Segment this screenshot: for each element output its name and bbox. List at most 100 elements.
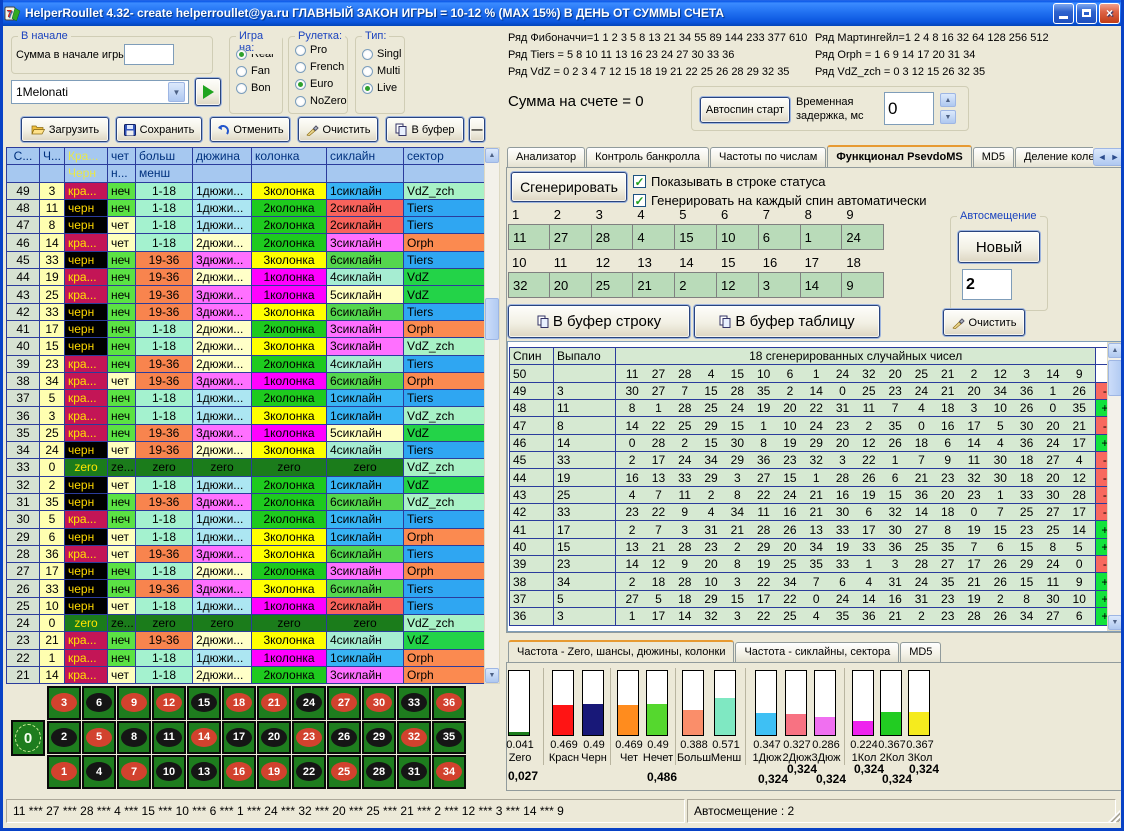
clear-button[interactable]: Очистить — [298, 117, 378, 142]
scroll-down-icon[interactable]: ▼ — [485, 668, 499, 683]
tab-3[interactable]: Частоты по числам — [710, 147, 826, 167]
tab-5[interactable]: MD5 — [973, 147, 1014, 167]
start-sum-input[interactable] — [124, 44, 174, 65]
checkbox-checked-icon[interactable]: ✓ — [633, 175, 646, 188]
generate-button[interactable]: Сгенерировать — [511, 172, 627, 202]
table-row[interactable]: 2836кра...чет19-363дюжи...3колонка6сикла… — [7, 545, 485, 562]
scroll-up-icon[interactable]: ▲ — [485, 148, 499, 163]
board-cell-23[interactable]: 23 — [292, 721, 326, 755]
table-row[interactable]: 2717черннеч1-182дюжи...2колонка3сиклайнO… — [7, 563, 485, 580]
table-row[interactable]: 2321кра...неч19-362дюжи...3колонка4сикла… — [7, 632, 485, 649]
undo-button[interactable]: Отменить — [210, 117, 290, 142]
copy-table-button[interactable]: В буфер таблицу — [694, 305, 880, 338]
scroll-down-icon[interactable]: ▼ — [1108, 615, 1122, 630]
table-row[interactable]: 4419кра...неч19-362дюжи...1колонка4сикла… — [7, 269, 485, 286]
preset-combobox[interactable]: 1Melonati ▼ — [11, 80, 189, 104]
freq-tab-3[interactable]: MD5 — [900, 642, 941, 662]
game-on-option-bon[interactable]: Bon — [236, 81, 282, 95]
board-cell-12[interactable]: 12 — [152, 686, 186, 720]
table-row[interactable]: 47814222529151102423235016175302021- — [510, 417, 1114, 434]
radio-icon[interactable] — [236, 83, 247, 94]
table-row[interactable]: 4233черннеч19-363дюжи...3колонка6сиклайн… — [7, 303, 485, 320]
tab-scroll-buttons[interactable]: ◄► — [1093, 148, 1124, 166]
table-row[interactable]: 363кра...неч1-181дюжи...3колонка1сиклайн… — [7, 407, 485, 424]
table-row[interactable]: 4811черннеч1-181дюжи...2колонка2сиклайнT… — [7, 199, 485, 216]
table-row[interactable]: 3834218281032234764312435212615119+ — [510, 573, 1114, 590]
board-cell-27[interactable]: 27 — [327, 686, 361, 720]
board-cell-7[interactable]: 7 — [117, 755, 151, 789]
save-button[interactable]: Сохранить — [116, 117, 202, 142]
radio-icon[interactable] — [295, 96, 306, 107]
board-cell-20[interactable]: 20 — [257, 721, 291, 755]
table-row[interactable]: 4117черннеч1-182дюжи...2колонка3сиклайнO… — [7, 320, 485, 337]
copy-row-button[interactable]: В буфер строку — [508, 305, 690, 338]
radio-icon[interactable] — [236, 49, 247, 60]
tab-1[interactable]: Анализатор — [507, 147, 585, 167]
board-cell-17[interactable]: 17 — [222, 721, 256, 755]
roulette-option-pro[interactable]: Pro — [295, 43, 347, 57]
table-row[interactable]: 4015черннеч1-182дюжи...3колонка3сиклайнV… — [7, 338, 485, 355]
table-row[interactable]: 305кра...неч1-181дюжи...2колонка1сиклайн… — [7, 511, 485, 528]
chevron-down-icon[interactable]: ▼ — [168, 82, 185, 102]
type-option-singl[interactable]: Singl — [362, 47, 404, 61]
minimize-button[interactable] — [1053, 3, 1074, 24]
table-row[interactable]: 322чернчет1-181дюжи...2колонка1сиклайнVd… — [7, 476, 485, 493]
board-cell-32[interactable]: 32 — [397, 721, 431, 755]
board-cell-31[interactable]: 31 — [397, 755, 431, 789]
delay-spinner[interactable]: ▲ ▼ — [940, 93, 956, 124]
radio-icon[interactable] — [362, 66, 373, 77]
board-cell-16[interactable]: 16 — [222, 755, 256, 789]
table-row[interactable]: 50112728415106124322025212123149 — [510, 365, 1114, 382]
game-on-option-fan[interactable]: Fan — [236, 64, 282, 78]
table-row[interactable]: 2510чернчет1-181дюжи...1колонка2сиклайнT… — [7, 597, 485, 614]
table-row[interactable]: 4325кра...неч19-363дюжи...1колонка5сикла… — [7, 286, 485, 303]
tab-scroll-right-icon[interactable]: ► — [1111, 152, 1120, 162]
autogen-checkbox-row[interactable]: ✓ Генерировать на каждый спин автоматиче… — [633, 193, 927, 208]
freq-tab-2[interactable]: Частота - сиклайны, сектора — [735, 642, 899, 662]
table-row[interactable]: 3631171432322254353621223282634276+ — [510, 608, 1114, 625]
table-row[interactable]: 4533черннеч19-363дюжи...3колонка6сиклайн… — [7, 251, 485, 268]
maximize-button[interactable] — [1076, 3, 1097, 24]
board-cell-18[interactable]: 18 — [222, 686, 256, 720]
load-button[interactable]: Загрузить — [21, 117, 109, 142]
spinner-down-icon[interactable]: ▼ — [940, 110, 956, 124]
radio-icon[interactable] — [295, 79, 306, 90]
table-row[interactable]: 4419161333293271512826621233230182012- — [510, 469, 1114, 486]
tab-2[interactable]: Контроль банкролла — [586, 147, 709, 167]
table-row[interactable]: 3424чернчет19-362дюжи...3колонка4сиклайн… — [7, 442, 485, 459]
board-cell-28[interactable]: 28 — [362, 755, 396, 789]
gen-clear-button[interactable]: Очистить — [943, 309, 1025, 336]
board-cell-36[interactable]: 36 — [432, 686, 466, 720]
table-row[interactable]: 49330277152835214025232421203436126- — [510, 382, 1114, 399]
board-cell-21[interactable]: 21 — [257, 686, 291, 720]
board-cell-1[interactable]: 1 — [47, 755, 81, 789]
autoshift-new-button[interactable]: Новый — [958, 231, 1040, 263]
radio-icon[interactable] — [295, 45, 306, 56]
table-row[interactable]: 296чернчет1-181дюжи...3колонка1сиклайнOr… — [7, 528, 485, 545]
scrollbar-thumb[interactable] — [1108, 360, 1122, 396]
table-row[interactable]: 221кра...неч1-181дюжи...1колонка1сиклайн… — [7, 649, 485, 666]
board-cell-19[interactable]: 19 — [257, 755, 291, 789]
checkbox-checked-icon[interactable]: ✓ — [633, 194, 646, 207]
freq-tab-1[interactable]: Частота - Zero, шансы, дюжины, колонки — [508, 640, 734, 662]
board-cell-33[interactable]: 33 — [397, 686, 431, 720]
scroll-up-icon[interactable]: ▲ — [1108, 343, 1122, 358]
board-cell-13[interactable]: 13 — [187, 755, 221, 789]
roulette-option-euro[interactable]: Euro — [295, 77, 347, 91]
radio-icon[interactable] — [362, 49, 373, 60]
scrollbar-thumb[interactable] — [485, 298, 499, 340]
table-row[interactable]: 3525кра...неч19-363дюжи...1колонка5сикла… — [7, 424, 485, 441]
board-cell-29[interactable]: 29 — [362, 721, 396, 755]
copy-buffer-button[interactable]: В буфер — [386, 117, 464, 142]
table-row[interactable]: 2633черннеч19-363дюжи...3колонка6сиклайн… — [7, 580, 485, 597]
board-cell-11[interactable]: 11 — [152, 721, 186, 755]
table-row[interactable]: 478чернчет1-181дюжи...2колонка2сиклайнTi… — [7, 217, 485, 234]
collapse-panel-button[interactable]: — — [469, 117, 485, 142]
play-button[interactable] — [195, 78, 221, 106]
table-row[interactable]: 375кра...неч1-181дюжи...2колонка1сиклайн… — [7, 390, 485, 407]
tab-6[interactable]: Деление колеса на — [1015, 147, 1093, 167]
radio-icon[interactable] — [362, 83, 373, 94]
history-table-scrollbar[interactable]: ▲ ▼ — [484, 147, 500, 684]
board-cell-25[interactable]: 25 — [327, 755, 361, 789]
tab-4[interactable]: Функционал PsevdoMS — [827, 145, 971, 167]
